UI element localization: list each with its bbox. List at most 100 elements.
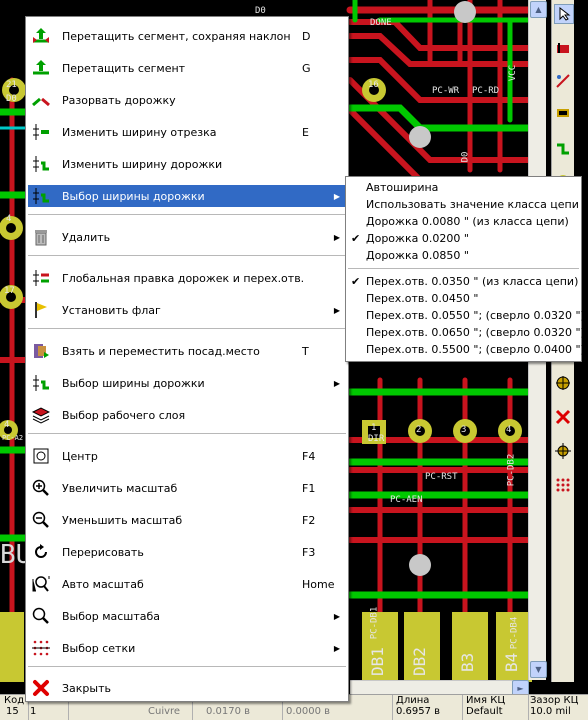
select-arrow-tool[interactable] bbox=[554, 4, 574, 24]
scroll-down-arrow-icon[interactable]: ▼ bbox=[530, 661, 547, 678]
select-track-width-icon bbox=[32, 374, 50, 392]
local-ratsnest-tool[interactable] bbox=[554, 72, 572, 90]
redraw-icon bbox=[32, 543, 50, 561]
layers-icon bbox=[32, 406, 50, 424]
submenu-item-label: Автоширина bbox=[366, 181, 439, 194]
trash-icon bbox=[32, 228, 50, 246]
submenu-arrow-icon: ▶ bbox=[333, 378, 340, 388]
menu-item-drag-segment[interactable]: Перетащить сегмент G bbox=[28, 57, 346, 79]
submenu-item-track-0080[interactable]: Дорожка 0.0080 " (из класса цепи) bbox=[348, 213, 579, 230]
submenu-arrow-icon: ▶ bbox=[333, 191, 340, 201]
status-cell-clearance: Зазор КЦ 10.0 mil bbox=[528, 695, 588, 720]
route-track-tool[interactable] bbox=[554, 140, 572, 158]
checkmark-icon: ✔ bbox=[351, 275, 361, 288]
menu-separator bbox=[28, 433, 346, 434]
menu-item-label: Авто масштаб bbox=[62, 577, 144, 591]
menu-item-select-zoom[interactable]: Выбор масштаба ▶ bbox=[28, 605, 346, 627]
status-value: Default bbox=[466, 706, 503, 717]
add-footprint-tool[interactable] bbox=[554, 104, 572, 122]
menu-item-label: Центр bbox=[62, 449, 98, 463]
menu-item-zoom-in[interactable]: Увеличить масштаб F1 bbox=[28, 477, 346, 499]
drag-segment-icon bbox=[32, 59, 50, 77]
menu-item-close[interactable]: Закрыть bbox=[28, 677, 346, 699]
ratsnest-icon bbox=[556, 74, 570, 88]
zoom-fit-icon bbox=[32, 575, 50, 593]
submenu-item-via-0550[interactable]: Перех.отв. 0.0550 "; (сверло 0.0320 ") bbox=[348, 307, 585, 324]
status-value: 10.0 mil bbox=[530, 706, 571, 717]
horizontal-scrollbar[interactable]: ► bbox=[350, 680, 529, 697]
menu-item-label: Глобальная правка дорожек и перех.отв. bbox=[62, 271, 305, 285]
menu-item-global-edit-tracks[interactable]: Глобальная правка дорожек и перех.отв. bbox=[28, 267, 346, 289]
zoom-in-icon bbox=[32, 479, 50, 497]
submenu-item-label: Дорожка 0.0080 " (из класса цепи) bbox=[366, 215, 569, 228]
close-red-x-icon bbox=[32, 679, 50, 697]
menu-item-label: Перетащить сегмент bbox=[62, 61, 186, 75]
break-track-icon bbox=[32, 91, 50, 109]
menu-separator bbox=[28, 214, 346, 215]
submenu-arrow-icon: ▶ bbox=[333, 232, 340, 242]
menu-item-shortcut: F3 bbox=[302, 545, 316, 559]
submenu-arrow-icon: ▶ bbox=[333, 611, 340, 621]
status-value: 0.0000 в bbox=[286, 706, 331, 717]
submenu-item-via-5500[interactable]: Перех.отв. 0.5500 "; (сверло 0.0400 ") bbox=[348, 341, 585, 358]
highlight-net-tool[interactable] bbox=[554, 40, 572, 58]
menu-item-label: Выбор масштаба bbox=[62, 609, 161, 623]
menu-item-label: Закрыть bbox=[62, 681, 111, 695]
submenu-item-label: Перех.отв. 0.0650 "; (сверло 0.0320 ") bbox=[366, 326, 585, 339]
submenu-item-auto-width[interactable]: Автоширина bbox=[348, 179, 579, 196]
menu-item-label: Взять и переместить посад.место bbox=[62, 344, 260, 358]
status-value: 0.0170 в bbox=[206, 706, 251, 717]
submenu-item-via-0650[interactable]: Перех.отв. 0.0650 "; (сверло 0.0320 ") bbox=[348, 324, 585, 341]
arrow-cursor-icon bbox=[559, 7, 571, 21]
zoom-center-icon bbox=[32, 447, 50, 465]
menu-item-label: Выбор ширины дорожки bbox=[62, 189, 205, 203]
delete-tool[interactable] bbox=[554, 408, 572, 426]
menu-item-edit-track-width[interactable]: Изменить ширину дорожки bbox=[28, 153, 346, 175]
menu-item-delete[interactable]: Удалить ▶ bbox=[28, 226, 346, 248]
submenu-item-track-0200[interactable]: ✔ Дорожка 0.0200 " bbox=[348, 230, 579, 247]
menu-separator bbox=[28, 255, 346, 256]
menu-item-shortcut: G bbox=[302, 61, 311, 75]
menu-item-redraw[interactable]: Перерисовать F3 bbox=[28, 541, 346, 563]
target-icon bbox=[556, 376, 570, 390]
submenu-item-via-0350[interactable]: ✔ Перех.отв. 0.0350 " (из класса цепи) bbox=[348, 273, 579, 290]
menu-item-label: Перетащить сегмент, сохраняя наклон bbox=[62, 29, 291, 43]
grid-origin-tool[interactable] bbox=[554, 476, 572, 494]
menu-item-center[interactable]: Центр F4 bbox=[28, 445, 346, 467]
place-target-tool[interactable] bbox=[554, 374, 572, 392]
menu-item-shortcut: F4 bbox=[302, 449, 316, 463]
submenu-item-label: Использовать значение класса цепи bbox=[366, 198, 579, 211]
menu-item-move-footprint[interactable]: Взять и переместить посад.место T bbox=[28, 340, 346, 362]
menu-item-label: Перерисовать bbox=[62, 545, 144, 559]
set-origin-tool[interactable] bbox=[554, 442, 572, 460]
status-value: 0.6957 в bbox=[396, 706, 441, 717]
status-value: 1 bbox=[30, 706, 37, 717]
submenu-item-track-0850[interactable]: Дорожка 0.0850 " bbox=[348, 247, 579, 264]
submenu-item-label: Перех.отв. 0.0350 " (из класса цепи) bbox=[366, 275, 579, 288]
edit-track-width-icon bbox=[32, 155, 50, 173]
footprint-icon bbox=[557, 109, 569, 117]
menu-item-select-grid[interactable]: Выбор сетки ▶ bbox=[28, 637, 346, 659]
submenu-item-use-netclass[interactable]: Использовать значение класса цепи bbox=[348, 196, 579, 213]
menu-item-label: Установить флаг bbox=[62, 303, 161, 317]
menu-item-select-track-width[interactable]: Выбор ширины дорожки ▶ bbox=[28, 185, 346, 207]
delete-x-icon bbox=[555, 409, 571, 425]
submenu-item-label: Дорожка 0.0200 " bbox=[366, 232, 469, 245]
submenu-item-via-0450[interactable]: Перех.отв. 0.0450 " bbox=[348, 290, 579, 307]
menu-item-select-track-width-2[interactable]: Выбор ширины дорожки ▶ bbox=[28, 372, 346, 394]
highlight-net-icon bbox=[557, 43, 569, 53]
menu-item-zoom-out[interactable]: Уменьшить масштаб F2 bbox=[28, 509, 346, 531]
menu-item-edit-segment-width[interactable]: Изменить ширину отрезка E bbox=[28, 121, 346, 143]
menu-item-select-working-layer[interactable]: Выбор рабочего слоя bbox=[28, 404, 346, 426]
edit-segment-width-icon bbox=[32, 123, 50, 141]
menu-item-break-track[interactable]: Разорвать дорожку bbox=[28, 89, 346, 111]
menu-item-zoom-auto[interactable]: Авто масштаб Home bbox=[28, 573, 346, 595]
context-menu: Перетащить сегмент, сохраняя наклон D Пе… bbox=[25, 16, 349, 702]
menu-item-drag-segment-keep-slope[interactable]: Перетащить сегмент, сохраняя наклон D bbox=[28, 25, 346, 47]
flag-icon bbox=[32, 301, 50, 319]
scroll-up-arrow-icon[interactable]: ▲ bbox=[530, 1, 547, 18]
global-edit-tracks-icon bbox=[32, 269, 50, 287]
menu-item-label: Удалить bbox=[62, 230, 111, 244]
menu-item-label: Выбор ширины дорожки bbox=[62, 376, 205, 390]
menu-item-set-flag[interactable]: Установить флаг ▶ bbox=[28, 299, 346, 321]
